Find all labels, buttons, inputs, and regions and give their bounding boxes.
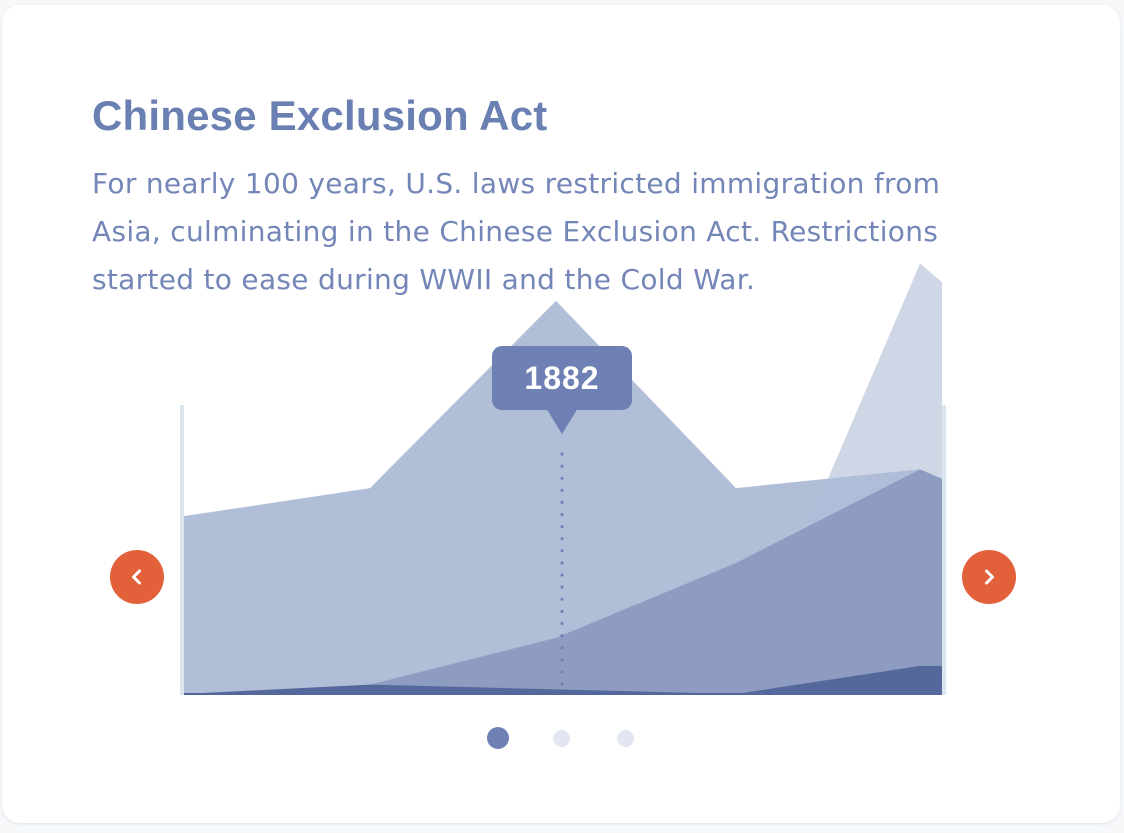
year-tooltip: 1882 [492,346,632,410]
previous-button[interactable] [110,550,164,604]
pagination-dot-3[interactable] [617,730,634,747]
pagination-dots [0,727,1124,749]
chart-right-boundary [942,405,946,695]
chart-left-boundary [180,405,184,695]
next-button[interactable] [962,550,1016,604]
chevron-right-icon [985,569,994,585]
pagination-dot-2[interactable] [553,730,570,747]
pagination-dot-1[interactable] [487,727,509,749]
chevron-left-icon [132,569,141,585]
tooltip-pointer [546,408,578,434]
